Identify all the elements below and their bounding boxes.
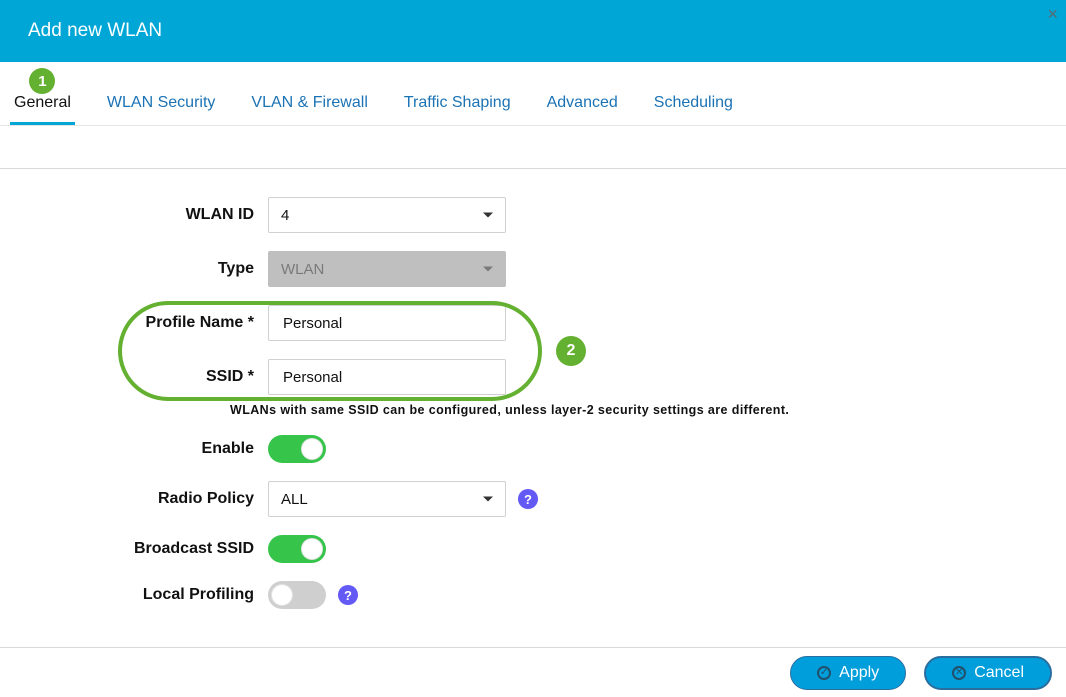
select-type: WLAN	[268, 251, 506, 287]
tab-traffic-shaping[interactable]: Traffic Shaping	[400, 80, 515, 125]
input-profile-name-wrap	[268, 305, 506, 341]
select-wlan-id[interactable]: 4	[268, 197, 506, 233]
toggle-local-profiling[interactable]	[268, 581, 326, 609]
tab-label: Traffic Shaping	[404, 94, 511, 111]
label-profile-name: Profile Name *	[0, 314, 258, 332]
tab-label: Scheduling	[654, 94, 733, 111]
toggle-knob	[271, 584, 293, 606]
form-general: WLAN ID 4 Type WLAN Profile Name *	[0, 169, 1066, 647]
tab-wlan-security[interactable]: WLAN Security	[103, 80, 219, 125]
toggle-knob	[301, 538, 323, 560]
hint-ssid: WLANs with same SSID can be configured, …	[230, 403, 1066, 417]
toggle-enable[interactable]	[268, 435, 326, 463]
footer: ✓ Apply ✕ Cancel	[0, 647, 1066, 697]
label-local-profiling: Local Profiling	[0, 586, 258, 604]
tab-advanced[interactable]: Advanced	[543, 80, 622, 125]
label-type: Type	[0, 260, 258, 278]
help-icon[interactable]: ?	[338, 585, 358, 605]
label-wlan-id: WLAN ID	[0, 206, 258, 224]
callout-badge-2: 2	[556, 336, 586, 366]
close-icon[interactable]: ×	[1047, 4, 1058, 25]
tab-label: WLAN Security	[107, 94, 215, 111]
label-broadcast-ssid: Broadcast SSID	[0, 540, 258, 558]
x-circle-icon: ✕	[952, 666, 966, 680]
chevron-down-icon	[483, 267, 493, 272]
input-ssid-wrap	[268, 359, 506, 395]
tab-label: VLAN & Firewall	[251, 94, 367, 111]
select-value: 4	[281, 207, 289, 224]
callout-badge-1: 1	[29, 68, 55, 94]
check-circle-icon: ✓	[817, 666, 831, 680]
input-profile-name[interactable]	[281, 314, 493, 333]
tab-scheduling[interactable]: Scheduling	[650, 80, 737, 125]
tab-label: Advanced	[547, 94, 618, 111]
modal-header: Add new WLAN ×	[0, 0, 1066, 62]
label-enable: Enable	[0, 440, 258, 458]
select-radio-policy[interactable]: ALL	[268, 481, 506, 517]
tab-vlan-firewall[interactable]: VLAN & Firewall	[247, 80, 371, 125]
chevron-down-icon	[483, 497, 493, 502]
tab-general[interactable]: 1 General	[10, 80, 75, 125]
tabs-bar: 1 General WLAN Security VLAN & Firewall …	[0, 62, 1066, 126]
modal-title: Add new WLAN	[28, 20, 162, 42]
tab-label: General	[14, 94, 71, 111]
button-label: Cancel	[974, 664, 1024, 682]
chevron-down-icon	[483, 213, 493, 218]
select-value: WLAN	[281, 261, 324, 278]
apply-button[interactable]: ✓ Apply	[790, 656, 906, 690]
help-icon[interactable]: ?	[518, 489, 538, 509]
input-ssid[interactable]	[281, 368, 493, 387]
cancel-button[interactable]: ✕ Cancel	[924, 656, 1052, 690]
button-label: Apply	[839, 664, 879, 682]
select-value: ALL	[281, 491, 308, 508]
toggle-broadcast-ssid[interactable]	[268, 535, 326, 563]
toggle-knob	[301, 438, 323, 460]
label-ssid: SSID *	[0, 368, 258, 386]
label-radio-policy: Radio Policy	[0, 490, 258, 508]
